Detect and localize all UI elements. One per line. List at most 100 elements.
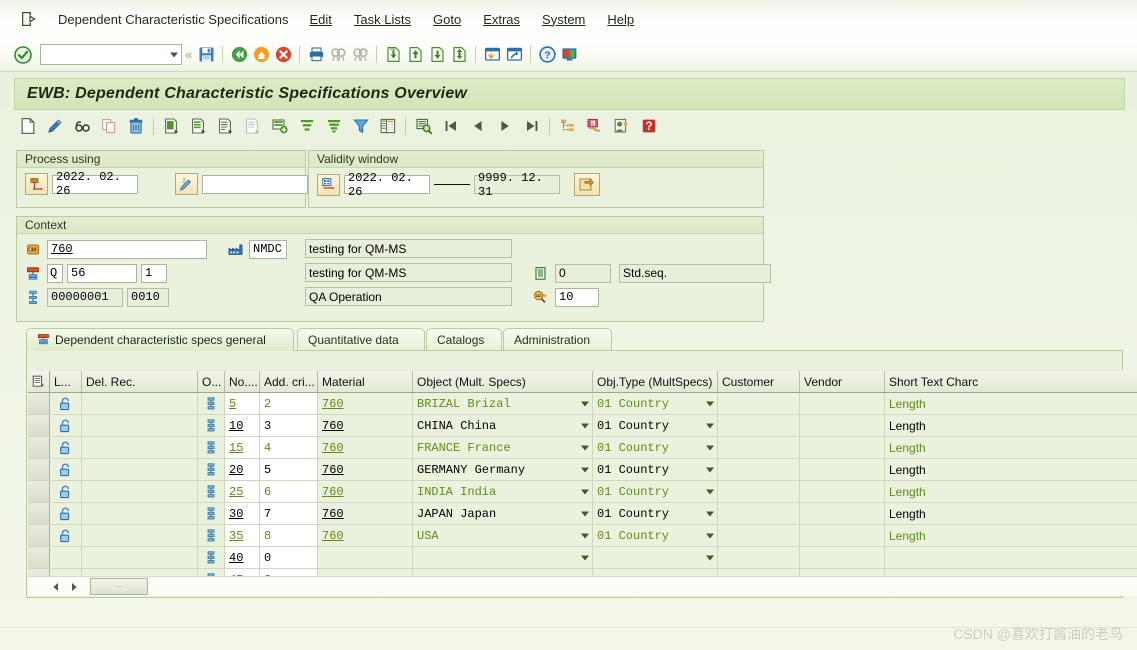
plant-field[interactable]: 760 — [47, 239, 207, 259]
column-header-o[interactable]: O... — [198, 371, 225, 392]
cell-addcri[interactable]: 3 — [260, 415, 318, 436]
tab-dependent-characteristic-specs-general[interactable]: Dependent characteristic specs general — [26, 328, 294, 351]
cell-vendor[interactable] — [800, 415, 885, 436]
table-row[interactable]: 35 8 760 USA 01 Country Length — [28, 525, 1137, 547]
lock-status-icon[interactable] — [50, 525, 82, 546]
cell-shorttext[interactable]: Length — [885, 437, 1137, 458]
table-row[interactable]: 25 6 760 INDIA India 01 Country Length — [28, 481, 1137, 503]
cell-object[interactable]: JAPAN Japan — [413, 503, 593, 524]
cell-shorttext[interactable]: Length — [885, 459, 1137, 480]
chevron-down-icon[interactable] — [581, 467, 589, 472]
cell-material[interactable]: 760 — [318, 481, 413, 502]
chevron-down-icon[interactable] — [581, 511, 589, 516]
cancel-red-icon[interactable] — [272, 44, 294, 66]
cell-object[interactable] — [413, 547, 593, 568]
sort-descending-icon[interactable] — [320, 114, 347, 138]
object-node-icon[interactable] — [198, 393, 225, 414]
cell-vendor[interactable] — [800, 525, 885, 546]
cell-delrec[interactable] — [82, 503, 198, 524]
structure-tree-icon[interactable] — [554, 114, 581, 138]
customize-layout-icon[interactable] — [558, 44, 580, 66]
cell-addcri[interactable]: 0 — [260, 547, 318, 568]
previous-page-icon[interactable] — [404, 44, 426, 66]
row-selector[interactable] — [28, 415, 50, 436]
back-green-icon[interactable] — [228, 44, 250, 66]
create-shortcut-icon[interactable] — [503, 44, 525, 66]
cell-material[interactable]: 760 — [318, 393, 413, 414]
cell-objtype[interactable] — [593, 547, 718, 568]
cell-vendor[interactable] — [800, 481, 885, 502]
column-header-lock[interactable]: L... — [50, 371, 82, 392]
deselect-row-icon[interactable] — [239, 114, 266, 138]
key-date-icon[interactable] — [25, 173, 48, 195]
cell-material[interactable] — [318, 547, 413, 568]
save-icon[interactable] — [195, 44, 217, 66]
tab-catalogs[interactable]: Catalogs — [426, 328, 502, 351]
new-document-icon[interactable] — [14, 114, 41, 138]
cell-object[interactable]: GERMANY Germany — [413, 459, 593, 480]
cell-objtype[interactable]: 01 Country — [593, 415, 718, 436]
column-header-vendor[interactable]: Vendor — [800, 371, 885, 392]
cell-shorttext[interactable]: Length — [885, 393, 1137, 414]
cell-customer[interactable] — [718, 547, 800, 568]
scroll-right-icon[interactable] — [66, 579, 82, 595]
column-header-material[interactable]: Material — [318, 371, 413, 392]
cell-object[interactable]: BRIZAL Brizal — [413, 393, 593, 414]
tab-quantitative-data[interactable]: Quantitative data — [297, 328, 425, 351]
table-row[interactable]: 20 5 760 GERMANY Germany 01 Country Length — [28, 459, 1137, 481]
menu-item-edit[interactable]: Edit — [299, 10, 343, 29]
cell-customer[interactable] — [718, 481, 800, 502]
cell-no[interactable]: 40 — [225, 547, 260, 568]
cell-customer[interactable] — [718, 459, 800, 480]
cell-shorttext[interactable]: Length — [885, 415, 1137, 436]
tab-administration[interactable]: Administration — [503, 328, 612, 351]
chevron-down-icon[interactable] — [706, 489, 714, 494]
first-page-icon[interactable] — [382, 44, 404, 66]
next-record-icon[interactable] — [491, 114, 518, 138]
cell-objtype[interactable]: 01 Country — [593, 503, 718, 524]
factory-code-field[interactable]: NMDC — [249, 239, 287, 259]
lock-status-icon[interactable] — [50, 393, 82, 414]
column-header-objtype[interactable]: Obj.Type (MultSpecs) — [593, 371, 718, 392]
cell-vendor[interactable] — [800, 459, 885, 480]
create-session-icon[interactable] — [481, 44, 503, 66]
cell-addcri[interactable]: 6 — [260, 481, 318, 502]
cell-no[interactable]: 15 — [225, 437, 260, 458]
lock-status-icon[interactable] — [50, 547, 82, 568]
add-entry-icon[interactable] — [266, 114, 293, 138]
column-header-object[interactable]: Object (Mult. Specs) — [413, 371, 593, 392]
cell-object[interactable]: USA — [413, 525, 593, 546]
key-date-field[interactable]: 2022. 02. 26 — [52, 170, 138, 198]
select-all-icon[interactable] — [28, 371, 50, 392]
cell-no[interactable]: 5 — [225, 393, 260, 414]
object-node-icon[interactable] — [198, 525, 225, 546]
row-selector[interactable] — [28, 393, 50, 414]
command-field[interactable] — [40, 44, 182, 65]
cell-addcri[interactable]: 5 — [260, 459, 318, 480]
lock-status-icon[interactable] — [50, 415, 82, 436]
cell-delrec[interactable] — [82, 415, 198, 436]
table-row[interactable]: 15 4 760 FRANCE France 01 Country Length — [28, 437, 1137, 459]
cell-addcri[interactable]: 2 — [260, 393, 318, 414]
cell-vendor[interactable] — [800, 437, 885, 458]
append-row-green-icon[interactable] — [185, 114, 212, 138]
cell-objtype[interactable]: 01 Country — [593, 459, 718, 480]
row-selector[interactable] — [28, 503, 50, 524]
find-icon[interactable] — [327, 44, 349, 66]
column-header-customer[interactable]: Customer — [718, 371, 800, 392]
table-row[interactable]: 10 3 760 CHINA China 01 Country Length — [28, 415, 1137, 437]
lock-status-icon[interactable] — [50, 437, 82, 458]
group-type-field[interactable]: Q — [47, 263, 63, 283]
cell-customer[interactable] — [718, 437, 800, 458]
menu-item-goto[interactable]: Goto — [422, 10, 472, 29]
column-header-no[interactable]: No.... — [225, 371, 260, 392]
cell-object[interactable]: INDIA India — [413, 481, 593, 502]
exit-yellow-icon[interactable] — [250, 44, 272, 66]
sort-ascending-icon[interactable] — [293, 114, 320, 138]
cell-no[interactable]: 35 — [225, 525, 260, 546]
lock-status-icon[interactable] — [50, 459, 82, 480]
cell-material[interactable]: 760 — [318, 415, 413, 436]
cell-object[interactable]: CHINA China — [413, 415, 593, 436]
cell-shorttext[interactable] — [885, 547, 1137, 568]
change-number-field[interactable] — [202, 174, 308, 194]
